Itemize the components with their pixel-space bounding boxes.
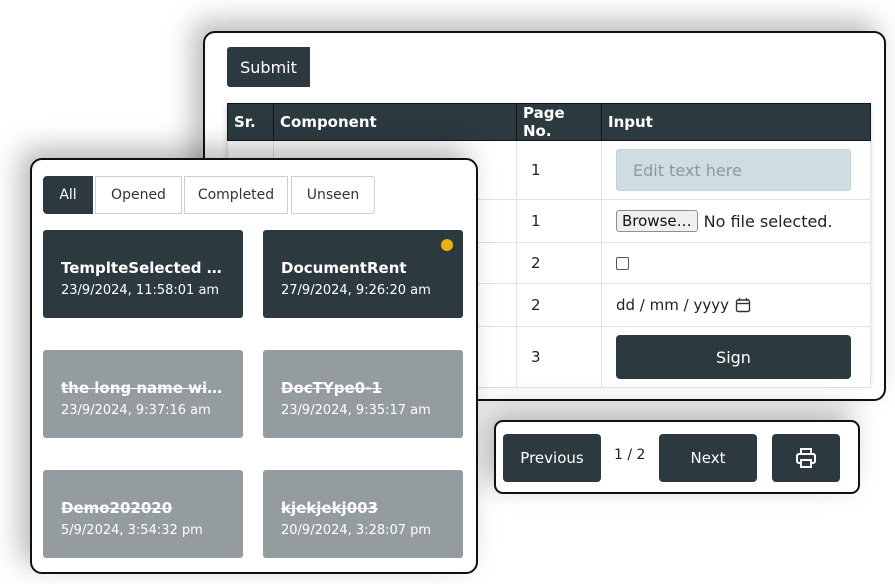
cell-input: Sign bbox=[601, 326, 871, 388]
file-status: No file selected. bbox=[703, 211, 833, 231]
cell-page-no: 1 bbox=[516, 199, 602, 243]
cell-page-no: 2 bbox=[516, 242, 602, 284]
document-title: kjekjekj003 bbox=[281, 499, 379, 517]
cell-input bbox=[601, 242, 871, 284]
file-input: Browse… No file selected. bbox=[616, 210, 856, 232]
previous-button[interactable]: Previous bbox=[503, 434, 601, 482]
document-title: DocumentRent bbox=[281, 259, 407, 277]
header-sr: Sr. bbox=[227, 103, 274, 141]
print-button[interactable] bbox=[772, 434, 840, 482]
table-header-row: Sr. Component Page No. Input bbox=[227, 103, 871, 141]
cell-input: dd / mm / yyyy bbox=[601, 283, 871, 327]
unseen-dot-icon bbox=[441, 239, 453, 251]
document-date: 23/9/2024, 11:58:01 am bbox=[61, 283, 220, 298]
header-input: Input bbox=[601, 103, 871, 141]
page-indicator: 1 / 2 bbox=[614, 447, 646, 463]
document-title: TemplteSelected Doc bbox=[61, 259, 225, 277]
document-title: DocTYpe0-1 bbox=[281, 379, 382, 397]
cell-page-no: 2 bbox=[516, 283, 602, 327]
document-card[interactable]: kjekjekj003 20/9/2024, 3:28:07 pm bbox=[263, 470, 463, 558]
header-page-no: Page No. bbox=[516, 103, 602, 141]
document-title: the long name with very long text bbox=[61, 379, 225, 397]
header-component: Component bbox=[273, 103, 517, 141]
tab-all[interactable]: All bbox=[43, 176, 93, 214]
documents-panel: All Opened Completed Unseen TemplteSelec… bbox=[30, 158, 478, 574]
tab-completed[interactable]: Completed bbox=[184, 176, 288, 214]
document-card[interactable]: the long name with very long text 23/9/2… bbox=[43, 350, 243, 438]
document-date: 5/9/2024, 3:54:32 pm bbox=[61, 523, 203, 538]
sign-button[interactable]: Sign bbox=[616, 335, 851, 379]
tab-unseen[interactable]: Unseen bbox=[291, 176, 375, 214]
document-date: 20/9/2024, 3:28:07 pm bbox=[281, 523, 432, 538]
calendar-icon[interactable] bbox=[735, 297, 751, 313]
submit-button[interactable]: Submit bbox=[227, 47, 310, 87]
checkbox[interactable] bbox=[616, 256, 629, 270]
cell-page-no: 3 bbox=[516, 326, 602, 388]
tab-opened[interactable]: Opened bbox=[95, 176, 182, 214]
document-date: 23/9/2024, 9:37:16 am bbox=[61, 403, 211, 418]
date-placeholder: dd / mm / yyyy bbox=[616, 296, 729, 314]
date-input[interactable]: dd / mm / yyyy bbox=[616, 296, 856, 314]
printer-icon bbox=[796, 448, 816, 468]
text-input[interactable] bbox=[616, 149, 851, 191]
document-card[interactable]: TemplteSelected Doc 23/9/2024, 11:58:01 … bbox=[43, 230, 243, 318]
next-button[interactable]: Next bbox=[659, 434, 757, 482]
document-title: Demo202020 bbox=[61, 499, 173, 517]
document-card[interactable]: DocTYpe0-1 23/9/2024, 9:35:17 am bbox=[263, 350, 463, 438]
document-card[interactable]: DocumentRent 27/9/2024, 9:26:20 am bbox=[263, 230, 463, 318]
cell-page-no: 1 bbox=[516, 140, 602, 200]
document-date: 27/9/2024, 9:26:20 am bbox=[281, 283, 431, 298]
browse-button[interactable]: Browse… bbox=[616, 210, 698, 232]
cell-input bbox=[601, 140, 871, 200]
document-date: 23/9/2024, 9:35:17 am bbox=[281, 403, 431, 418]
cell-input: Browse… No file selected. bbox=[601, 199, 871, 243]
document-card[interactable]: Demo202020 5/9/2024, 3:54:32 pm bbox=[43, 470, 243, 558]
pagination-panel: Previous 1 / 2 Next bbox=[494, 420, 860, 494]
